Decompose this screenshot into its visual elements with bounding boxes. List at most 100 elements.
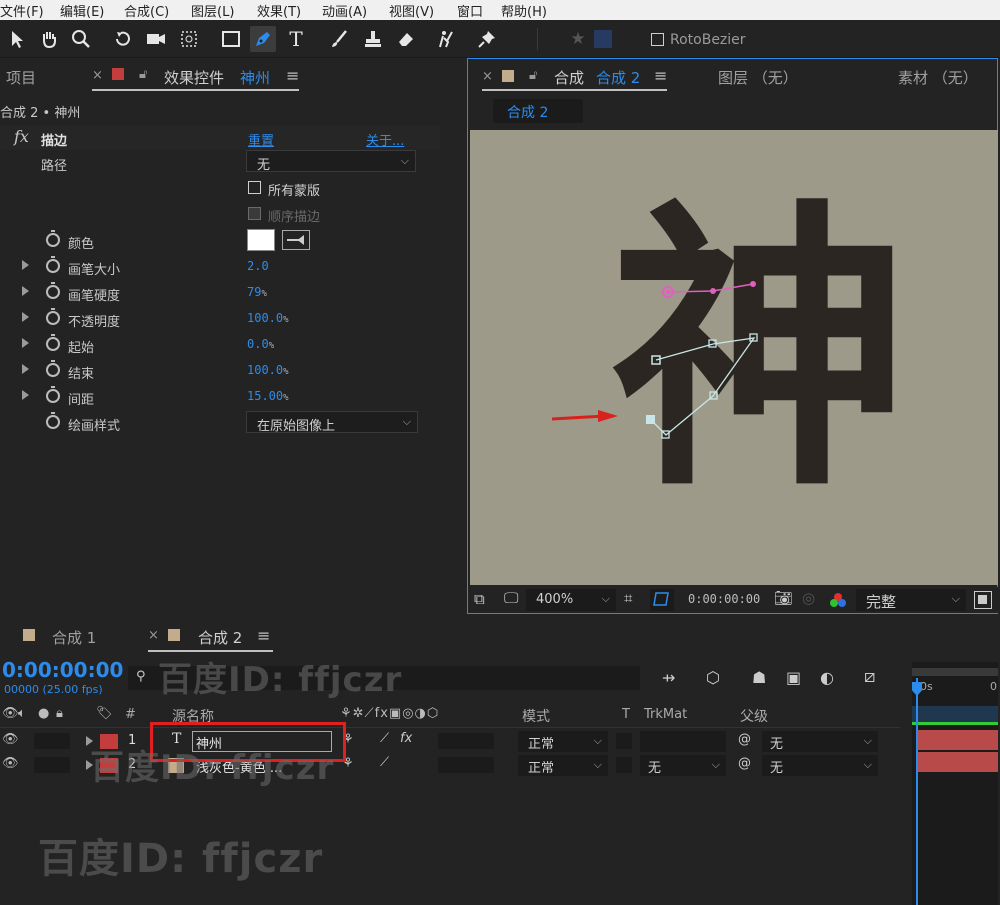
stopwatch-icon[interactable] bbox=[46, 360, 60, 377]
camera-tool-icon[interactable] bbox=[143, 26, 169, 52]
quality-switch-icon[interactable]: ⟋ bbox=[380, 731, 389, 746]
channel-icon[interactable] bbox=[829, 592, 847, 612]
playhead-line[interactable] bbox=[916, 678, 918, 905]
monitor-icon[interactable]: 🖵 bbox=[504, 589, 518, 607]
eraser-tool-icon[interactable] bbox=[393, 26, 419, 52]
paint-style-dropdown[interactable]: 在原始图像上 ⌵ bbox=[246, 411, 418, 434]
preserve-transparency-box[interactable] bbox=[616, 757, 632, 773]
motion-blur-icon[interactable]: ◐ bbox=[820, 668, 834, 687]
trkmat-dropdown[interactable] bbox=[640, 731, 726, 752]
solo-icon[interactable]: ● bbox=[38, 706, 49, 721]
panel-menu-icon[interactable]: ≡ bbox=[286, 66, 299, 85]
close-tab-icon[interactable]: × bbox=[148, 628, 159, 643]
tab-footage[interactable]: 素材 （无） bbox=[898, 67, 978, 88]
layer-bar-1[interactable] bbox=[916, 730, 998, 750]
eyedropper-icon[interactable] bbox=[282, 230, 310, 250]
switch-box[interactable] bbox=[438, 733, 494, 749]
brush-tool-icon[interactable] bbox=[326, 26, 352, 52]
sequential-checkbox[interactable] bbox=[248, 207, 261, 220]
reset-link[interactable]: 重置 bbox=[248, 130, 274, 149]
playhead-handle[interactable] bbox=[912, 682, 922, 696]
rotobezier-checkbox[interactable] bbox=[651, 33, 664, 46]
quality-switch-icon[interactable]: ⟋ bbox=[380, 755, 389, 770]
stopwatch-icon[interactable] bbox=[46, 256, 60, 273]
tab-composition[interactable]: 合成 bbox=[554, 67, 584, 88]
draft-3d-icon[interactable]: ⬡ bbox=[706, 668, 720, 687]
stopwatch-icon[interactable] bbox=[46, 282, 60, 299]
tab-comp-1[interactable]: 合成 1 bbox=[52, 627, 96, 648]
path-dropdown[interactable]: 无 ⌵ bbox=[246, 150, 416, 173]
shy-layers-icon[interactable]: ☗ bbox=[752, 668, 766, 687]
tab-effect-layer-name[interactable]: 神州 bbox=[240, 67, 270, 88]
roto-brush-tool-icon[interactable] bbox=[434, 26, 460, 52]
pickwhip-icon[interactable]: @ bbox=[738, 756, 751, 771]
panel-menu-icon[interactable]: ≡ bbox=[654, 66, 667, 85]
preview-icon[interactable]: ⧉ bbox=[474, 590, 485, 608]
rotate-tool-icon[interactable] bbox=[110, 26, 136, 52]
tab-project[interactable]: 项目 bbox=[6, 67, 36, 88]
selection-tool-icon[interactable] bbox=[4, 26, 30, 52]
about-link[interactable]: 关于... bbox=[366, 130, 404, 149]
color-swatch[interactable] bbox=[247, 229, 275, 251]
type-tool-icon[interactable]: T bbox=[283, 26, 309, 52]
mode-dropdown[interactable]: 正常 ⌵ bbox=[518, 731, 608, 752]
menu-effect[interactable]: 效果(T) bbox=[257, 1, 301, 20]
viewer-timecode[interactable]: 0:00:00:00 bbox=[688, 592, 760, 606]
parent-dropdown[interactable]: 无 ⌵ bbox=[762, 755, 878, 776]
clone-stamp-tool-icon[interactable] bbox=[360, 26, 386, 52]
effect-prop-value[interactable]: 15.00% bbox=[247, 389, 289, 403]
frame-blending-icon[interactable]: ▣ bbox=[786, 668, 801, 687]
zoom-dropdown[interactable]: 400% ⌵ bbox=[526, 589, 616, 611]
mask-path-overlay[interactable] bbox=[470, 130, 998, 585]
zoom-tool-icon[interactable] bbox=[68, 26, 94, 52]
parent-dropdown[interactable]: 无 ⌵ bbox=[762, 731, 878, 752]
menu-edit[interactable]: 编辑(E) bbox=[60, 1, 104, 20]
menu-layer[interactable]: 图层(L) bbox=[191, 1, 234, 20]
snapshot-icon[interactable]: 📷︎ bbox=[774, 589, 793, 607]
menu-window[interactable]: 窗口 bbox=[457, 1, 483, 20]
menu-composition[interactable]: 合成(C) bbox=[124, 1, 169, 20]
av-switch-box[interactable] bbox=[34, 733, 70, 749]
composition-flowchart-icon[interactable]: ⇸ bbox=[662, 668, 675, 687]
region-of-interest-icon[interactable]: ⌗ bbox=[624, 589, 632, 607]
menu-animation[interactable]: 动画(A) bbox=[322, 1, 367, 20]
stopwatch-icon[interactable] bbox=[46, 386, 60, 403]
star-icon[interactable]: ★ bbox=[565, 26, 591, 52]
lock-icon[interactable]: 🔓︎ bbox=[529, 68, 537, 83]
tab-composition-name[interactable]: 合成 2 bbox=[596, 67, 640, 88]
layer-bar-2[interactable] bbox=[916, 752, 998, 772]
stopwatch-icon[interactable] bbox=[46, 412, 60, 429]
tab-comp-2[interactable]: 合成 2 bbox=[198, 627, 242, 648]
rectangle-tool-icon[interactable] bbox=[218, 26, 244, 52]
panel-menu-icon[interactable]: ≡ bbox=[257, 626, 270, 645]
effect-prop-value[interactable]: 100.0% bbox=[247, 311, 289, 325]
resolution-dropdown[interactable]: 完整 ⌵ bbox=[856, 589, 966, 611]
graph-editor-icon[interactable]: ⧄ bbox=[864, 666, 875, 687]
effect-prop-value[interactable]: 2.0 bbox=[247, 259, 269, 273]
effect-prop-value[interactable]: 79% bbox=[247, 285, 267, 299]
tab-layer[interactable]: 图层 （无） bbox=[718, 67, 798, 88]
effect-prop-value[interactable]: 100.0% bbox=[247, 363, 289, 377]
expand-arrow-icon[interactable] bbox=[22, 312, 29, 322]
grid-snap-icon[interactable] bbox=[590, 26, 616, 52]
tab-effect-controls[interactable]: 效果控件 bbox=[164, 67, 224, 88]
pan-behind-tool-icon[interactable] bbox=[176, 26, 202, 52]
expand-arrow-icon[interactable] bbox=[22, 260, 29, 270]
composition-canvas[interactable]: 神 bbox=[470, 130, 998, 585]
menu-file[interactable]: 文件(F) bbox=[0, 1, 44, 20]
expand-arrow-icon[interactable] bbox=[22, 364, 29, 374]
preserve-transparency-box[interactable] bbox=[616, 733, 632, 749]
eye-icon[interactable]: 👁︎ bbox=[2, 756, 19, 771]
work-area-bar[interactable] bbox=[912, 668, 998, 676]
expand-arrow-icon[interactable] bbox=[22, 286, 29, 296]
av-switch-box[interactable] bbox=[34, 757, 70, 773]
pickwhip-icon[interactable]: @ bbox=[738, 732, 751, 747]
trkmat-dropdown[interactable]: 无 ⌵ bbox=[640, 755, 726, 776]
pen-tool-icon[interactable] bbox=[250, 26, 276, 52]
close-tab-icon[interactable]: × bbox=[482, 69, 493, 84]
eye-icon[interactable]: 👁︎ bbox=[2, 732, 19, 747]
puppet-pin-tool-icon[interactable] bbox=[474, 26, 500, 52]
show-snapshot-icon[interactable]: ◎ bbox=[802, 589, 815, 607]
close-tab-icon[interactable]: × bbox=[92, 68, 103, 83]
menu-help[interactable]: 帮助(H) bbox=[501, 1, 547, 20]
